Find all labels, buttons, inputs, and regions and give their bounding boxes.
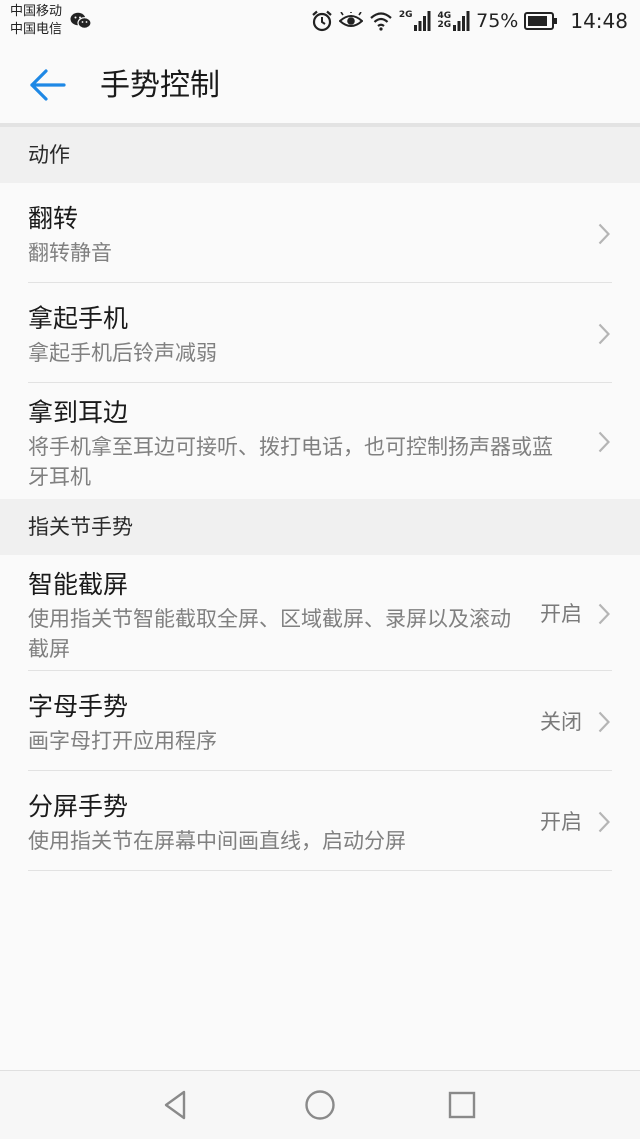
row-divider [28, 870, 612, 871]
item-subtitle: 使用指关节智能截取全屏、区域截屏、录屏以及滚动截屏 [28, 607, 511, 661]
chevron-right-icon [598, 431, 610, 453]
list-item-split-screen-gesture[interactable]: 分屏手势 使用指关节在屏幕中间画直线，启动分屏 开启 [0, 771, 640, 871]
status-icons: 2G 4G 2G 75% 14:48 [311, 7, 628, 35]
alarm-icon [312, 10, 332, 32]
item-title: 拿起手机 [28, 304, 129, 333]
item-title: 智能截屏 [28, 570, 129, 599]
arrow-left-icon [30, 69, 66, 101]
item-title: 字母手势 [28, 692, 129, 721]
carrier-2: 中国电信 [10, 22, 63, 37]
list-item-letter-gestures[interactable]: 字母手势 画字母打开应用程序 关闭 [0, 671, 640, 771]
back-triangle-icon[interactable] [158, 1087, 194, 1123]
chevron-right-icon [598, 603, 610, 625]
item-title: 翻转 [28, 204, 79, 233]
navigation-bar [0, 1070, 640, 1139]
item-subtitle: 画字母打开应用程序 [28, 729, 217, 753]
chevron-right-icon [598, 223, 610, 245]
item-status: 开启 [540, 810, 582, 834]
list-item-raise-to-ear[interactable]: 拿到耳边 将手机拿至耳边可接听、拨打电话，也可控制扬声器或蓝牙耳机 [0, 383, 640, 499]
back-button[interactable] [24, 63, 72, 107]
chevron-right-icon [598, 711, 610, 733]
item-title: 拿到耳边 [28, 398, 129, 427]
item-title: 分屏手势 [28, 792, 129, 821]
item-subtitle: 使用指关节在屏幕中间画直线，启动分屏 [28, 829, 406, 853]
network-type-1: 2G [398, 10, 413, 20]
section-title: 指关节手势 [28, 515, 133, 539]
item-status: 关闭 [540, 710, 582, 734]
list-item-flip[interactable]: 翻转 翻转静音 [0, 183, 640, 283]
section-title: 动作 [28, 143, 70, 167]
eye-comfort-icon [338, 12, 363, 27]
clock: 14:48 [570, 9, 628, 33]
page-title: 手势控制 [100, 68, 220, 103]
chevron-right-icon [598, 323, 610, 345]
recents-square-icon[interactable] [444, 1087, 480, 1123]
wechat-icon [70, 12, 92, 29]
battery-percent: 75% [476, 10, 519, 32]
signal-1-icon: 2G [399, 11, 432, 31]
item-subtitle: 翻转静音 [28, 241, 112, 265]
app-bar: 手势控制 [0, 44, 640, 125]
item-status: 开启 [540, 602, 582, 626]
signal-2-icon: 4G 2G [437, 11, 470, 31]
section-header-knuckle-gestures: 指关节手势 [0, 499, 640, 555]
list-item-pick-up[interactable]: 拿起手机 拿起手机后铃声减弱 [0, 283, 640, 383]
network-type-2-bottom: 2G [437, 20, 452, 30]
list-item-smart-screenshot[interactable]: 智能截屏 使用指关节智能截取全屏、区域截屏、录屏以及滚动截屏 开启 [0, 555, 640, 671]
carrier-info: 中国移动 中国电信 [10, 3, 62, 39]
item-subtitle: 拿起手机后铃声减弱 [28, 341, 217, 365]
chevron-right-icon [598, 811, 610, 833]
carrier-1: 中国移动 [10, 4, 63, 19]
wifi-icon [370, 12, 392, 31]
section-header-actions: 动作 [0, 127, 640, 183]
home-circle-icon[interactable] [302, 1087, 338, 1123]
item-subtitle: 将手机拿至耳边可接听、拨打电话，也可控制扬声器或蓝牙耳机 [28, 435, 553, 489]
battery-icon [524, 12, 558, 30]
status-bar: 中国移动 中国电信 2G 4G 2G 75% 14:48 [0, 0, 640, 44]
